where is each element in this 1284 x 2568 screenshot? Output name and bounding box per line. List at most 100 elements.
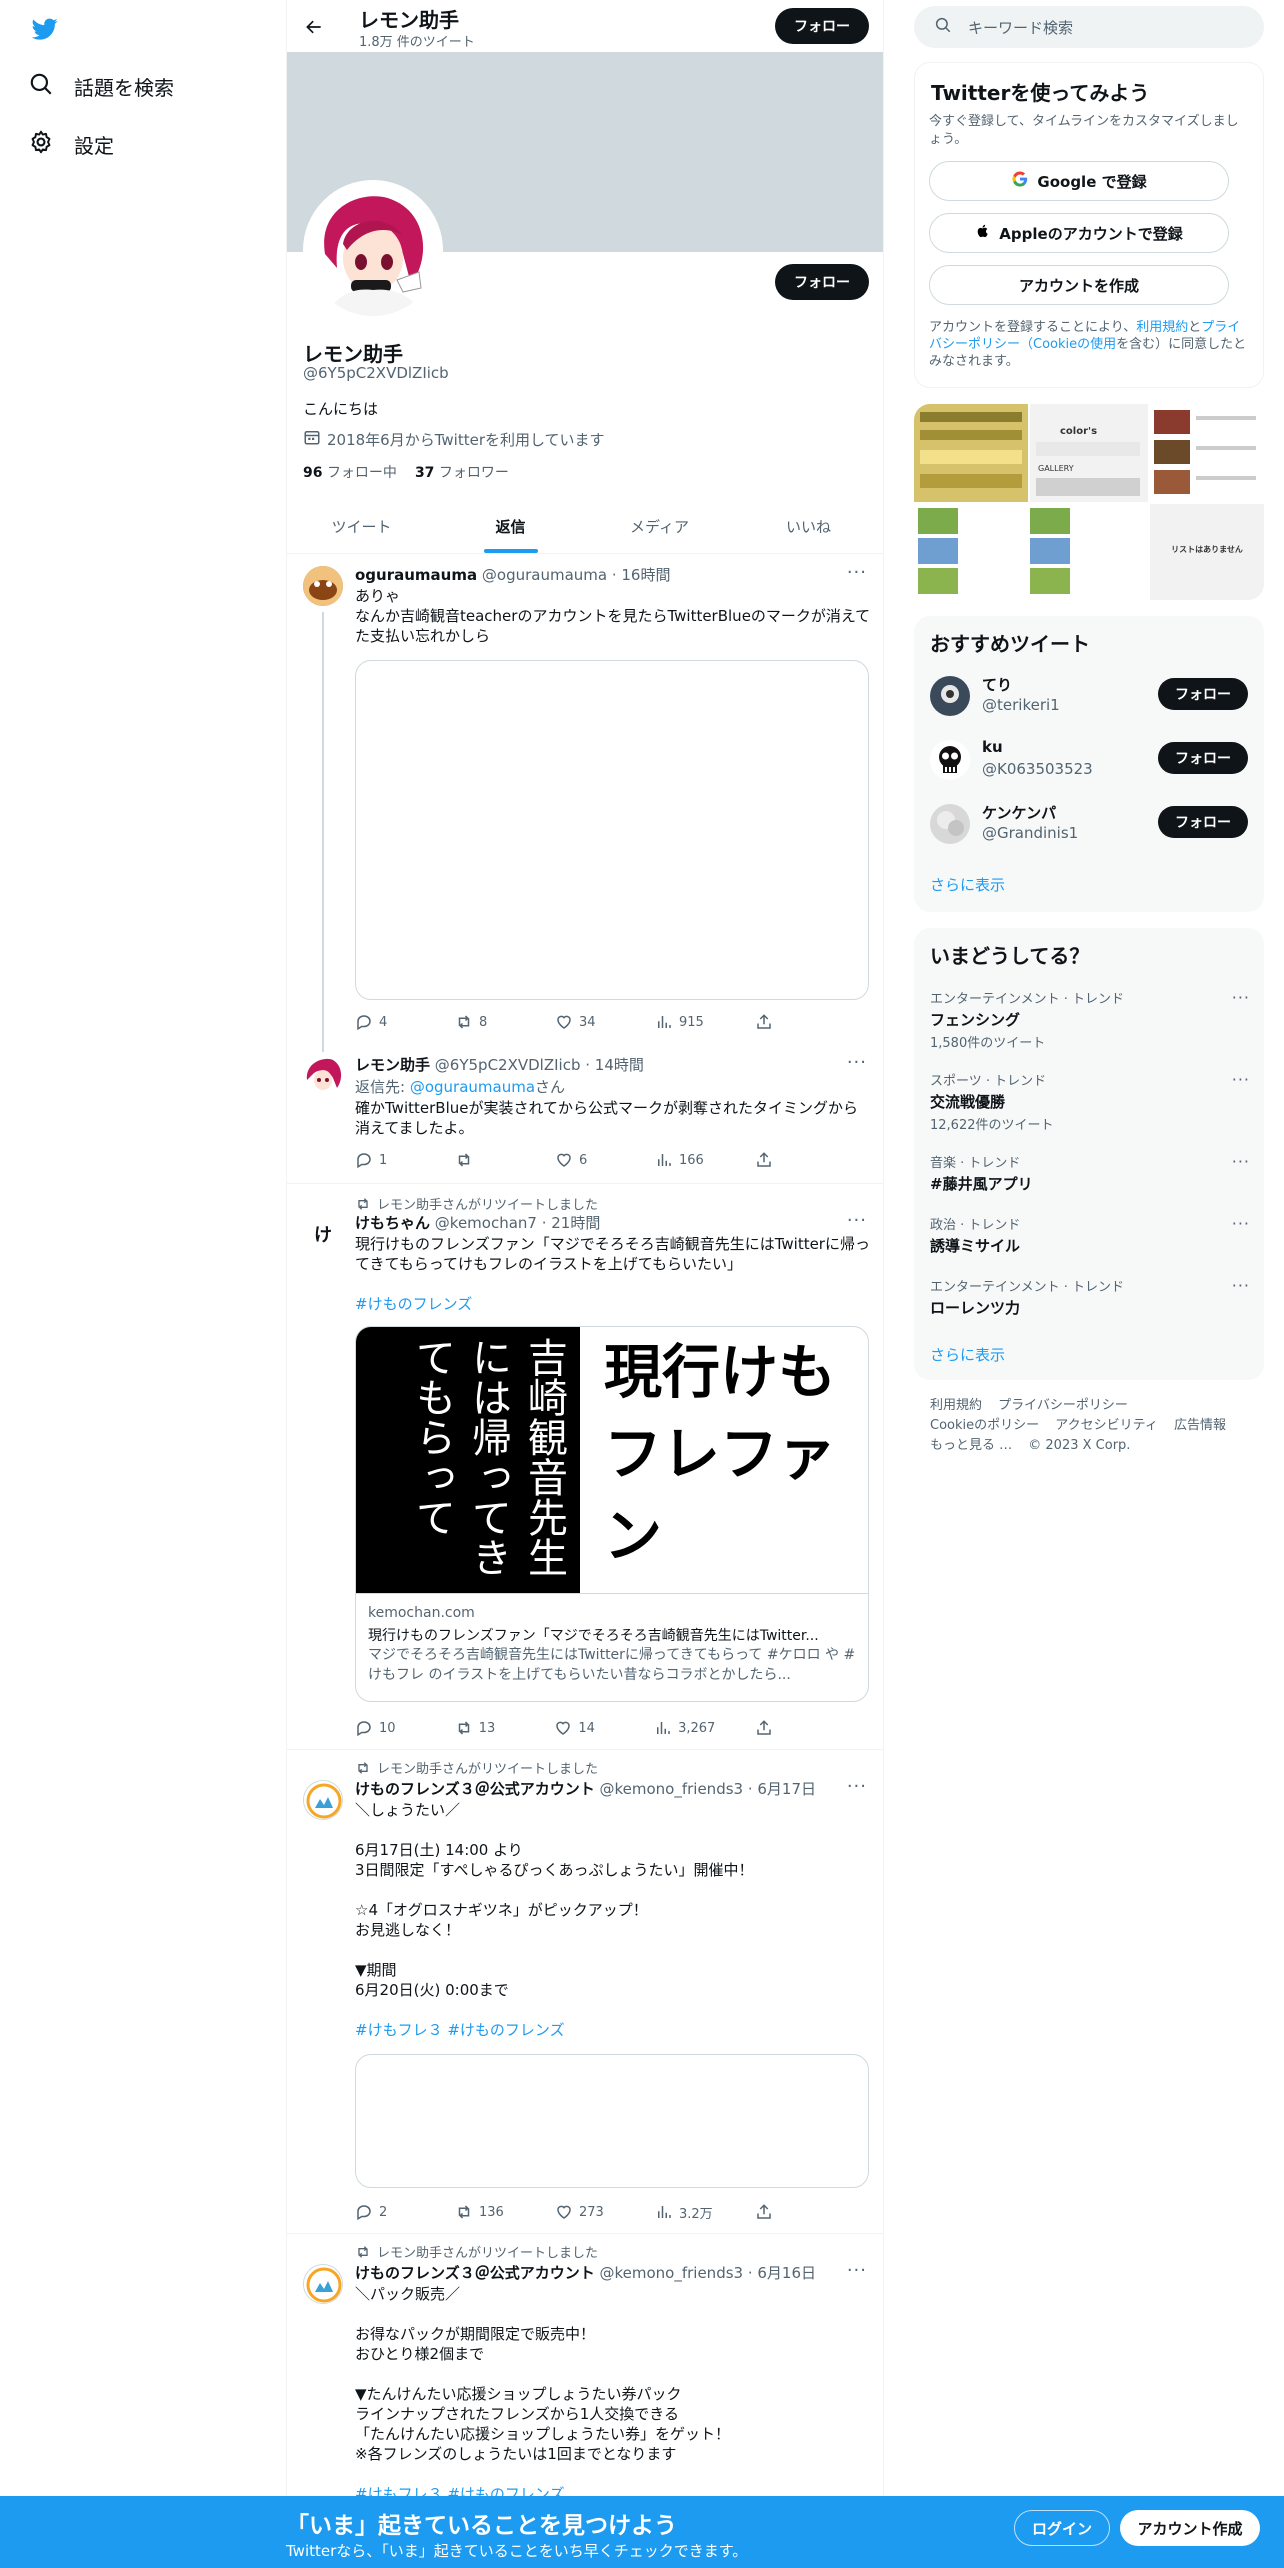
reply-button[interactable]: 1 <box>355 1150 415 1170</box>
like-button[interactable]: 6 <box>555 1150 615 1170</box>
retweet-button[interactable] <box>455 1150 515 1170</box>
footer-link[interactable]: 利用規約 <box>930 1398 982 1413</box>
trend-item[interactable]: スポーツ · トレンド 交流戦優勝 12,622件のツイート ··· <box>930 1070 1250 1133</box>
recommended-user[interactable]: てり @terikeri1 フォロー <box>914 664 1264 728</box>
media-thumb[interactable]: color's GALLERY <box>1030 404 1148 502</box>
more-options-icon[interactable]: ··· <box>847 1052 867 1073</box>
tweet[interactable]: oguraumauma @oguraumauma · 16時間 ··· ありゃ … <box>287 556 883 1052</box>
more-options-icon[interactable]: ··· <box>1232 988 1250 1007</box>
link-card[interactable]: 吉崎観音先生には帰ってきてもらって 現行けもフレファン kemochan.com… <box>355 1326 869 1702</box>
more-options-icon[interactable]: ··· <box>847 1210 867 1231</box>
nav-settings[interactable]: 設定 <box>28 124 114 164</box>
reply-to-handle[interactable]: @oguraumauma <box>410 1078 535 1096</box>
recommended-show-more[interactable]: さらに表示 <box>930 874 1005 895</box>
tab-likes[interactable]: いいね <box>734 500 883 553</box>
tweet[interactable]: レモン助手 @6Y5pC2XVDlZIicb · 14時間 ··· 返信先: @… <box>287 1044 883 1184</box>
trend-item[interactable]: エンターテインメント · トレンド ローレンツ力 ··· <box>930 1276 1250 1318</box>
tweet-author-name[interactable]: けものフレンズ３＠公式アカウント <box>355 2264 595 2282</box>
tweet-hashtags[interactable]: #けものフレンズ <box>355 1294 871 1314</box>
search-box[interactable]: キーワード検索 <box>914 6 1264 48</box>
profile-follow-button[interactable]: フォロー <box>775 264 869 300</box>
media-thumb[interactable] <box>914 504 1148 600</box>
avatar[interactable] <box>930 740 970 780</box>
like-button[interactable]: 14 <box>554 1718 614 1738</box>
more-options-icon[interactable]: ··· <box>847 1776 867 1797</box>
back-arrow-icon[interactable] <box>299 12 329 42</box>
trends-show-more[interactable]: さらに表示 <box>930 1344 1005 1365</box>
footer-more-link[interactable]: もっと見る … <box>930 1438 1012 1453</box>
tweet-hashtags[interactable]: #けもフレ３ #けものフレンズ <box>355 2020 871 2040</box>
footer-link[interactable]: 広告情報 <box>1174 1418 1226 1433</box>
tweet-media[interactable] <box>355 660 869 1000</box>
nav-explore[interactable]: 話題を検索 <box>28 66 174 106</box>
follow-button[interactable]: フォロー <box>1158 742 1248 774</box>
reply-button[interactable]: 4 <box>355 1012 415 1032</box>
media-thumb[interactable] <box>914 404 1028 502</box>
retweet-button[interactable]: 8 <box>455 1012 515 1032</box>
trend-item[interactable]: エンターテインメント · トレンド フェンシング 1,580件のツイート ··· <box>930 988 1250 1051</box>
footer-link[interactable]: アクセシビリティ <box>1055 1418 1158 1433</box>
twitter-logo-icon[interactable] <box>30 16 60 42</box>
avatar[interactable] <box>930 676 970 716</box>
profile-avatar[interactable] <box>303 180 443 320</box>
like-button[interactable]: 273 <box>555 2202 615 2222</box>
google-signup-button[interactable]: Google で登録 <box>929 161 1229 201</box>
media-thumb[interactable] <box>1150 404 1264 502</box>
header-follow-button[interactable]: フォロー <box>775 8 869 44</box>
recommended-user[interactable]: ku @K063503523 フォロー <box>914 728 1264 792</box>
follow-button[interactable]: フォロー <box>1158 678 1248 710</box>
views-button[interactable]: 915 <box>655 1012 715 1032</box>
follow-button[interactable]: フォロー <box>1158 806 1248 838</box>
tab-media[interactable]: メディア <box>585 500 734 553</box>
trend-item[interactable]: 音楽 · トレンド #藤井風アプリ ··· <box>930 1152 1250 1194</box>
views-button[interactable]: 3,267 <box>654 1718 715 1738</box>
share-button[interactable] <box>755 2202 775 2222</box>
signup-button[interactable]: アカウント作成 <box>1120 2510 1260 2546</box>
recommended-user[interactable]: ケンケンパ @Grandinis1 フォロー <box>914 792 1264 856</box>
views-button[interactable]: 3.2万 <box>655 2202 715 2222</box>
retweet-button[interactable]: 136 <box>455 2202 515 2222</box>
more-options-icon[interactable]: ··· <box>1232 1070 1250 1089</box>
reply-button[interactable]: 2 <box>355 2202 415 2222</box>
tweet-author-name[interactable]: レモン助手 <box>355 1056 430 1074</box>
avatar[interactable] <box>930 804 970 844</box>
following-link[interactable]: 96 フォロー中 <box>303 462 397 482</box>
share-button[interactable] <box>755 1718 775 1738</box>
more-options-icon[interactable]: ··· <box>847 2260 867 2281</box>
avatar[interactable] <box>303 1056 343 1096</box>
views-icon <box>658 1016 671 1028</box>
tab-tweets[interactable]: ツイート <box>287 500 436 553</box>
apple-signup-button[interactable]: Appleのアカウントで登録 <box>929 213 1229 253</box>
media-thumb[interactable]: リストはありません <box>1150 504 1264 600</box>
terms-link[interactable]: 利用規約 <box>1136 320 1188 335</box>
more-options-icon[interactable]: ··· <box>1232 1214 1250 1233</box>
more-options-icon[interactable]: ··· <box>1232 1276 1250 1295</box>
reply-button[interactable]: 10 <box>355 1718 415 1738</box>
more-options-icon[interactable]: ··· <box>847 562 867 583</box>
create-account-button[interactable]: アカウントを作成 <box>929 265 1229 305</box>
followers-link[interactable]: 37 フォロワー <box>415 462 509 482</box>
share-button[interactable] <box>755 1150 775 1170</box>
tab-replies[interactable]: 返信 <box>436 500 585 553</box>
share-button[interactable] <box>755 1012 775 1032</box>
views-button[interactable]: 166 <box>655 1150 715 1170</box>
retweet-button[interactable]: 13 <box>455 1718 515 1738</box>
more-options-icon[interactable]: ··· <box>1232 1152 1250 1171</box>
footer-link[interactable]: Cookieのポリシー <box>930 1418 1039 1433</box>
media-preview-grid[interactable]: color's GALLERY リストはありません <box>914 404 1264 600</box>
avatar[interactable] <box>303 1780 343 1820</box>
tweet-author-name[interactable]: oguraumauma <box>355 566 477 584</box>
like-button[interactable]: 34 <box>555 1012 615 1032</box>
login-button[interactable]: ログイン <box>1014 2510 1110 2546</box>
tweet[interactable]: レモン助手さんがリツイートしました け けもちゃん @kemochan7 · 2… <box>287 1184 883 1750</box>
tweet-media[interactable] <box>355 2054 869 2188</box>
trend-item[interactable]: 政治 · トレンド 誘導ミサイル ··· <box>930 1214 1250 1256</box>
signup-prompt-bar: 「いま」起きていることを見つけよう Twitterなら、「いま」起きていることを… <box>0 2496 1284 2568</box>
footer-link[interactable]: プライバシーポリシー <box>998 1398 1128 1413</box>
avatar[interactable] <box>303 566 343 606</box>
tweet[interactable]: レモン助手さんがリツイートしました けものフレンズ３＠公式アカウント @kemo… <box>287 1750 883 2234</box>
avatar[interactable] <box>303 2264 343 2304</box>
avatar[interactable]: け <box>303 1214 343 1254</box>
tweet-author-name[interactable]: けもちゃん <box>355 1214 430 1232</box>
tweet-author-name[interactable]: けものフレンズ３＠公式アカウント <box>355 1780 595 1798</box>
